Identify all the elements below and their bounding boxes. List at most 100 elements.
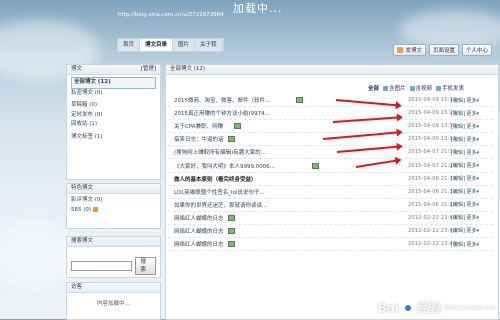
post-title-link[interactable]: 如果你的世界还迷茫，那就请你读读... (174, 201, 267, 209)
post-date: 2015-04-09 13:30 (408, 123, 457, 130)
search-panel-title: 搜索博文 (71, 238, 94, 244)
article-list-title: 全部博文 (12) (170, 66, 206, 72)
post-edit-more[interactable]: [编辑] 更多▾ (451, 241, 479, 248)
filter-video-label: 含视频 (415, 86, 433, 92)
picture-icon (234, 123, 241, 130)
manage-link[interactable]: [管理] (141, 65, 156, 74)
filter-video[interactable]: 含视频 (409, 84, 433, 92)
search-button[interactable]: 搜索 (134, 257, 156, 275)
rss-icon (92, 206, 98, 212)
special-movie-reviews[interactable]: 影评博文 (0) (71, 196, 156, 206)
search-input[interactable] (71, 261, 132, 271)
post-date: 2015-04-09 15:12 (408, 97, 457, 104)
category-panel-header: 博文 [管理] (67, 65, 160, 75)
picture-icon (228, 136, 236, 143)
post-title-link[interactable]: 网络红人蝴蝶的日志 (174, 240, 224, 248)
baidu-jingyan-watermark: Bai 经验 jingyan.baidu.com (378, 299, 496, 316)
post-edit-more[interactable]: [编辑] 更多▾ (451, 136, 479, 143)
special-panel-header: 特色博文 (67, 184, 160, 194)
filter-pictures-label: 含图片 (389, 86, 406, 92)
post-edit-more[interactable]: [编辑] 更多▾ (451, 123, 479, 130)
category-drafts[interactable]: 草稿箱 (0) (71, 101, 156, 111)
filter-pictures[interactable]: 含图片 (383, 84, 406, 92)
nav-about[interactable]: 关于我 (195, 39, 223, 51)
top-actions: 发博文 页面设置 个人中心 (393, 44, 492, 56)
post-row: 如果你的世界还迷茫，那就请你读读... 2015-04-06 21:20 [编辑] … (168, 199, 493, 212)
post-date: 2015-04-09 13:13 (408, 136, 457, 143)
post-row: (搜狗网上赚取所有编辑)有趣大家的... 2015-04-07 21:37 [编辑]… (168, 146, 493, 160)
special-panel-title: 特色博文 (71, 185, 94, 191)
blog-url[interactable]: http://blog.sina.com.cn/u/2722973984 (118, 12, 224, 18)
picture-icon (312, 162, 320, 169)
publish-label: 发博文 (405, 48, 422, 54)
picture-icon (228, 227, 236, 234)
post-edit-more[interactable]: [编辑] 更多▾ (451, 214, 479, 221)
post-title-link[interactable]: 2015微商、淘宝、微客、邮件（软件... (174, 96, 270, 104)
post-title-link[interactable]: 《大家好，我叫大明》本人9999.0006... (174, 162, 275, 170)
category-tags[interactable]: 博文标签 (1) (71, 133, 156, 143)
picture-icon (383, 85, 389, 91)
post-edit-more[interactable]: [编辑] 更多▾ (451, 227, 479, 234)
post-edit-more[interactable]: [编辑] 更多▾ (451, 162, 479, 169)
video-icon (409, 85, 415, 91)
page-settings-button[interactable]: 页面设置 (428, 44, 459, 56)
page-settings-label: 页面设置 (432, 48, 455, 54)
visitors-panel: 访客 内容加载中... (66, 282, 161, 320)
baidu-paw-icon (402, 301, 414, 314)
post-date: 2015-04-06 21:32 (408, 188, 457, 195)
filter-all[interactable]: 全部 (368, 84, 379, 92)
post-edit-more[interactable]: [编辑] 更多▾ (451, 149, 479, 156)
nav-home[interactable]: 首页 (118, 39, 141, 51)
post-title-link[interactable]: LOL英雄联盟个性签名_lol说说句子... (174, 188, 265, 196)
category-private[interactable]: 私密博文 (0) (71, 89, 156, 99)
nav-articles[interactable]: 博文目录 (140, 39, 174, 51)
post-row: 做人的基本原则（看完终身受益） 2015-04-06 21:37 [编辑] 更多▾ (168, 173, 493, 186)
special-565[interactable]: 565 (0) (71, 206, 156, 216)
post-row: LOL英雄联盟个性签名_lol说说句子... 2015-04-06 21:32 [编… (168, 186, 493, 199)
article-list-header: 全部博文 (12) (166, 65, 498, 75)
search-panel: 搜索博文 搜索 (66, 236, 161, 278)
post-title-link[interactable]: 网络红人蝴蝶的日志 (174, 214, 224, 222)
publish-button[interactable]: 发博文 (393, 44, 426, 56)
mobile-icon (436, 85, 442, 91)
special-565-label: 565 (0) (71, 206, 92, 213)
filter-mobile-label: 手机发表 (442, 86, 465, 92)
post-title-link[interactable]: 做人的基本原则（看完终身受益） (174, 175, 257, 183)
post-title-link[interactable]: 搞笑日志：牛逼的话 (174, 135, 224, 143)
post-title-link[interactable]: 关于CPA兼职、网赚 (174, 122, 223, 130)
special-panel: 特色博文 影评博文 (0) 565 (0) (66, 183, 161, 229)
post-edit-more[interactable]: [编辑] 更多▾ (451, 188, 479, 195)
nav-pictures[interactable]: 图片 (173, 39, 196, 51)
filter-mobile[interactable]: 手机发表 (436, 84, 464, 92)
post-edit-more[interactable]: [编辑] 更多▾ (451, 110, 479, 117)
post-date: 2015-04-06 21:20 (408, 201, 457, 208)
blog-title: 加载中... (233, 2, 283, 15)
post-title-link[interactable]: 网络红人蝴蝶的日志 (174, 227, 224, 235)
watermark-brand: Bai (377, 300, 399, 315)
category-scheduled[interactable]: 定时发布 (0) (71, 111, 156, 121)
search-box: 搜索 (67, 247, 160, 279)
pencil-icon (397, 47, 404, 53)
post-row: 搞笑日志：牛逼的话 2015-04-09 13:13 [编辑] 更多▾ (168, 133, 493, 147)
post-row: 《大家好，我叫大明》本人9999.0006... 2015-04-07 21:28… (168, 159, 493, 173)
watermark-url: jingyan.baidu.com (444, 304, 496, 311)
post-date: 2012-02-22 23:40 (408, 214, 457, 221)
visitors-loading: 内容加载中... (97, 301, 130, 307)
post-edit-more[interactable]: [编辑] 更多▾ (451, 97, 479, 104)
post-date: 2015-04-07 21:28 (408, 162, 457, 169)
category-all[interactable]: 全部博文 (12) (71, 77, 156, 89)
category-trash[interactable]: 回收站 (1) (71, 120, 156, 130)
post-row: 网络红人蝴蝶的日志 2012-02-22 23:40 [编辑] 更多▾ (168, 238, 493, 252)
post-row: 网络红人蝴蝶的日志 2012-02-22 23:40 [编辑] 更多▾ (168, 212, 493, 225)
personal-center-button[interactable]: 个人中心 (461, 44, 492, 56)
post-edit-more[interactable]: [编辑] 更多▾ (451, 201, 479, 208)
post-row: 关于CPA兼职、网赚 2015-04-09 13:30 [编辑] 更多▾ (168, 120, 493, 134)
picture-icon (295, 97, 303, 104)
post-title-link[interactable]: (搜狗网上赚取所有编辑)有趣大家的... (174, 148, 266, 156)
special-list: 影评博文 (0) 565 (0) (67, 194, 160, 217)
post-edit-more[interactable]: [编辑] 更多▾ (451, 175, 479, 182)
post-title-link[interactable]: 2015真正用赚的个钟方法小结(9974... (174, 109, 270, 117)
post-date: 2015-04-06 21:37 (408, 175, 457, 182)
post-row: 网络红人蝴蝶的日志 2012-02-22 23:40 [编辑] 更多▾ (168, 225, 493, 239)
post-date: 2012-02-22 23:40 (408, 241, 457, 248)
